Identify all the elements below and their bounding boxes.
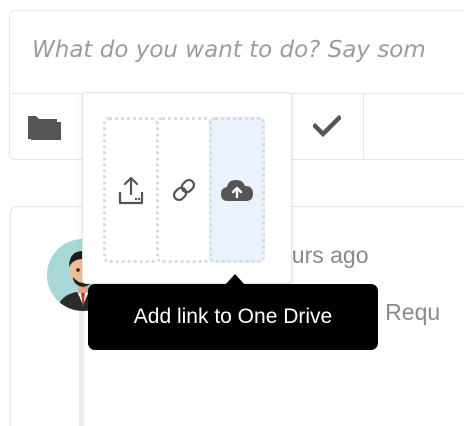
checkmark-icon: [313, 115, 341, 137]
attach-popover: [82, 92, 292, 284]
link-icon: [172, 178, 196, 202]
composer-input[interactable]: What do you want to do? Say som: [10, 11, 464, 94]
onedrive-link-option[interactable]: [209, 117, 265, 263]
upload-icon: [118, 176, 144, 205]
page: What do you want to do? Say som ours ago…: [0, 0, 464, 426]
timeline-line: [79, 307, 84, 426]
cloud-upload-icon: [221, 180, 253, 201]
add-link-option[interactable]: [156, 117, 212, 263]
tooltip: Add link to One Drive: [88, 284, 378, 350]
submit-button[interactable]: [290, 93, 364, 159]
upload-file-option[interactable]: [103, 117, 159, 263]
composer-placeholder: What do you want to do? Say som: [32, 37, 426, 63]
tooltip-text: Add link to One Drive: [133, 305, 333, 328]
attach-options: [103, 117, 265, 263]
post-timestamp: ours ago: [279, 242, 369, 268]
folder-button[interactable]: [26, 111, 66, 145]
folder-icon: [28, 116, 61, 140]
